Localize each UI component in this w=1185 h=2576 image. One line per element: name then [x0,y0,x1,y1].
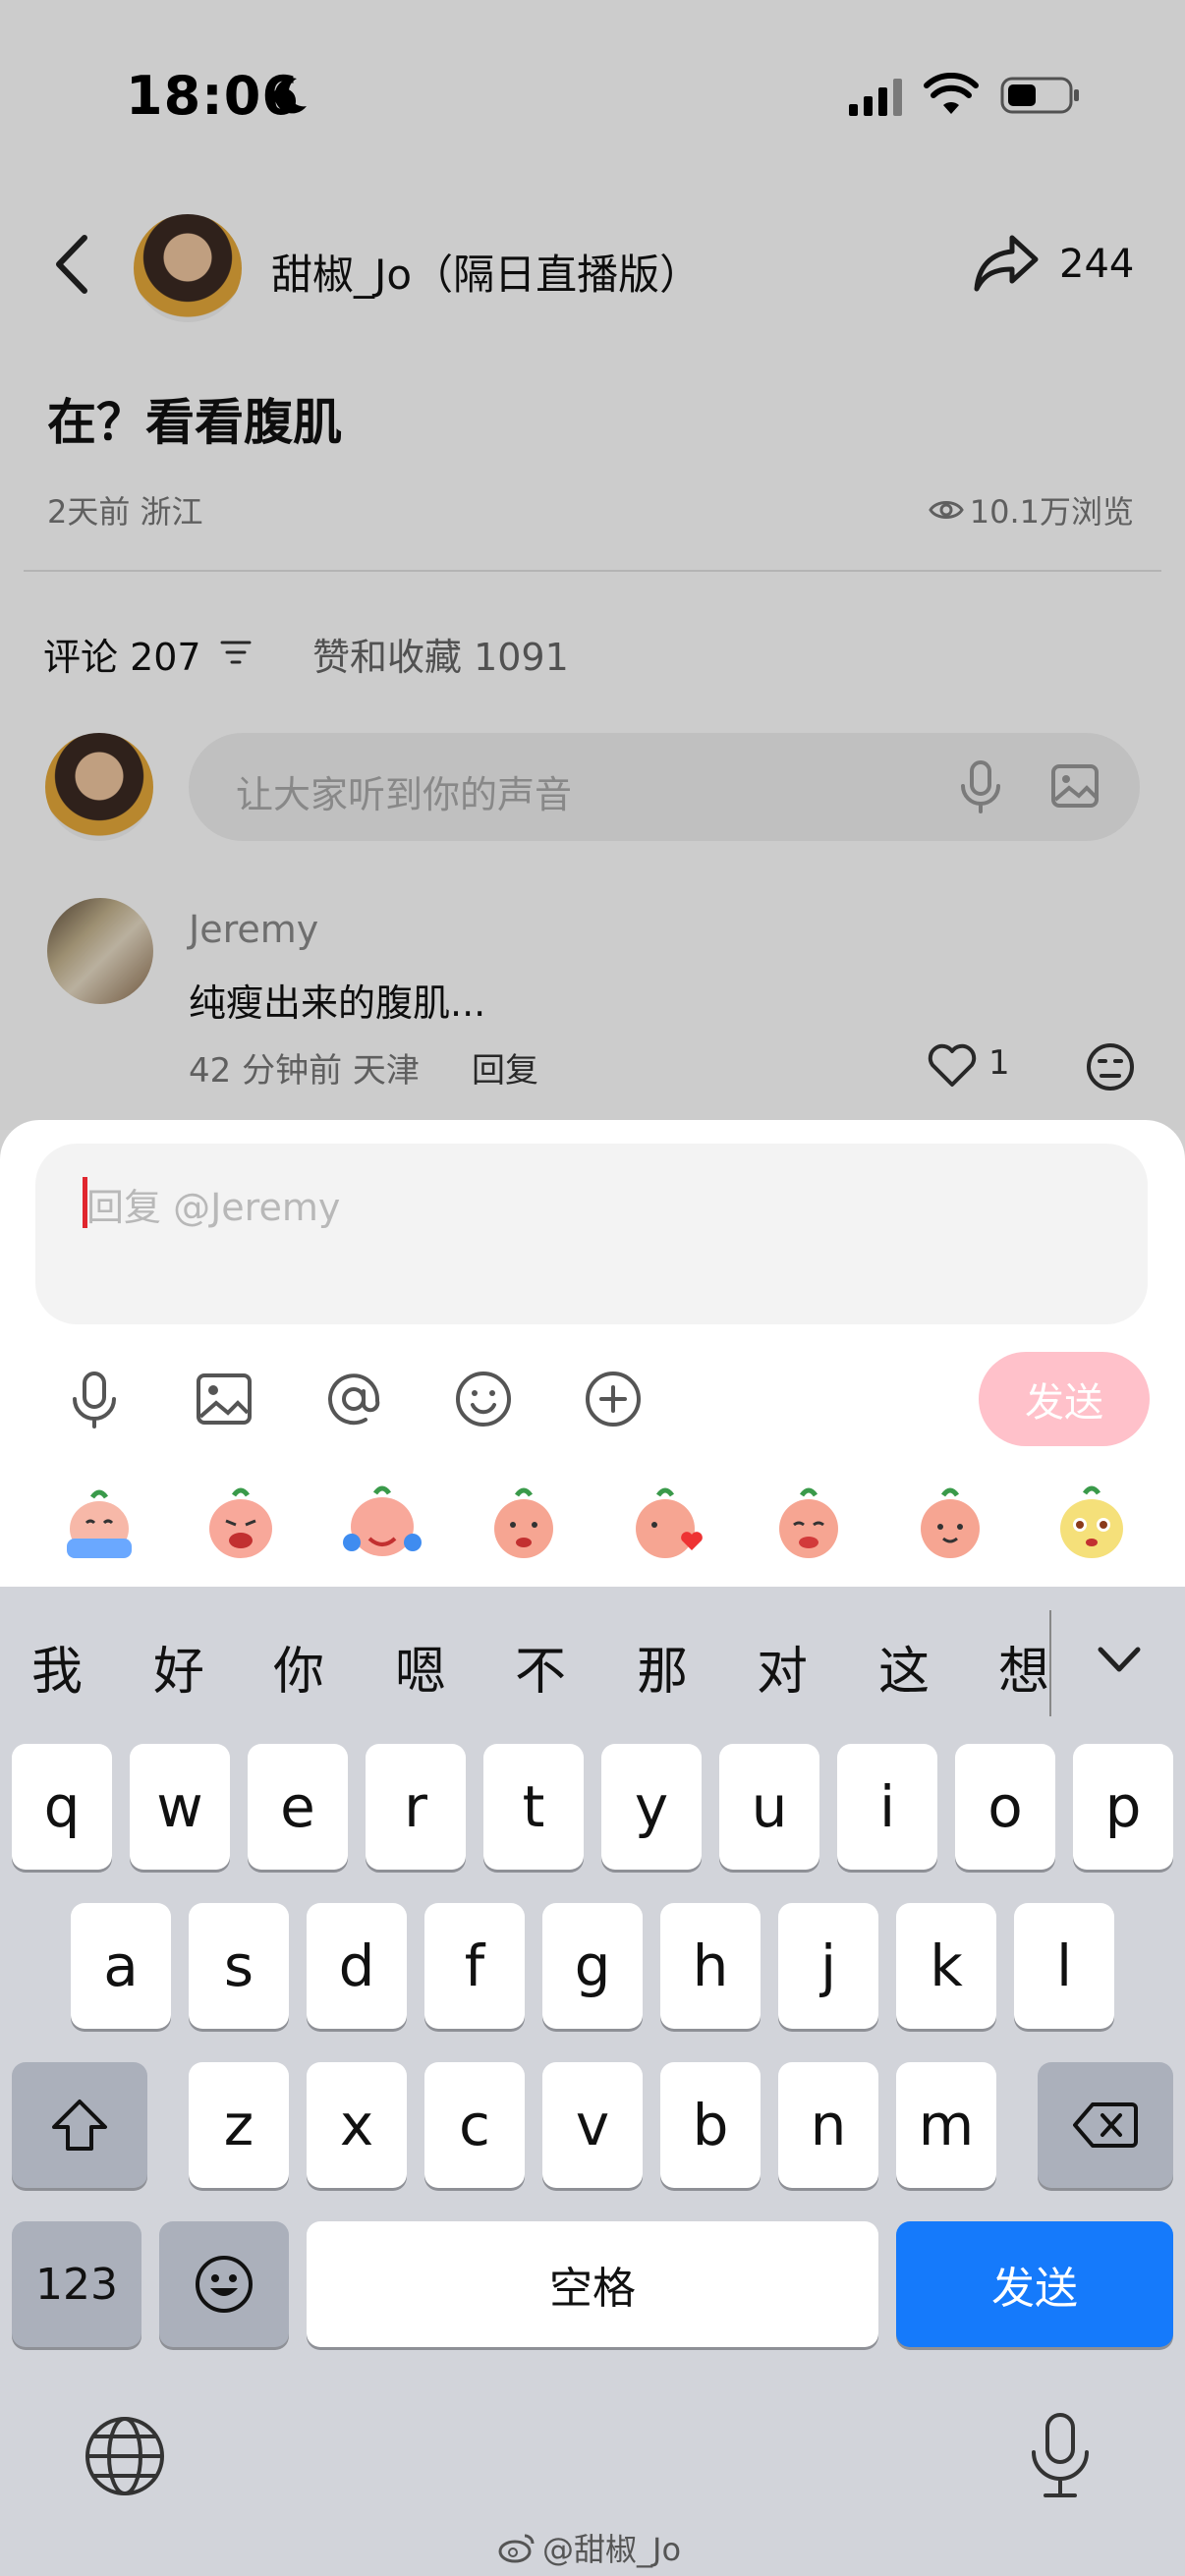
shift-icon [52,2100,107,2151]
backspace-icon [1073,2102,1138,2148]
candidate-item[interactable]: 对 [757,1630,808,1704]
voice-icon[interactable] [63,1368,126,1430]
key-i[interactable]: i [837,1744,937,1870]
key-b[interactable]: b [660,2062,761,2188]
key-t[interactable]: t [483,1744,584,1870]
candidate-item[interactable]: 那 [637,1630,688,1704]
chevron-down-icon[interactable] [1095,1642,1144,1677]
globe-icon[interactable] [83,2414,167,2498]
keyboard-send-key[interactable]: 发送 [896,2221,1173,2347]
sticker-dog-icon[interactable] [1049,1482,1134,1566]
reply-sheet: 回复 @Jeremy 发送 [0,1120,1185,1587]
emoji-key[interactable] [159,2221,289,2347]
candidate-separator [1049,1610,1051,1716]
reply-placeholder: 回复 @Jeremy [86,1186,341,1229]
sticker-tears-icon[interactable] [340,1482,424,1566]
candidate-item[interactable]: 嗯 [395,1630,446,1704]
candidate-bar: 我 好 你 嗯 不 那 对 这 想 [0,1587,1185,1744]
key-p[interactable]: p [1073,1744,1173,1870]
sticker-laughing-icon[interactable] [198,1482,283,1566]
send-button[interactable]: 发送 [979,1352,1150,1446]
dim-overlay[interactable] [0,0,1185,1130]
weibo-logo-icon [498,2534,535,2563]
numbers-key[interactable]: 123 [12,2221,141,2347]
picture-icon[interactable] [193,1368,255,1430]
key-e[interactable]: e [248,1744,348,1870]
plus-icon[interactable] [582,1368,645,1430]
candidate-item[interactable]: 这 [878,1630,930,1704]
key-n[interactable]: n [778,2062,878,2188]
delete-key[interactable] [1038,2062,1173,2188]
key-w[interactable]: w [130,1744,230,1870]
key-k[interactable]: k [896,1903,996,2029]
key-s[interactable]: s [189,1903,289,2029]
key-a[interactable]: a [71,1903,171,2029]
sticker-smile-icon[interactable] [908,1482,992,1566]
mention-icon[interactable] [322,1368,385,1430]
key-c[interactable]: c [424,2062,525,2188]
candidate-item[interactable]: 想 [998,1630,1049,1704]
shift-key[interactable] [12,2062,147,2188]
watermark-text: @甜椒_Jo [542,2531,682,2568]
key-r[interactable]: r [366,1744,466,1870]
sticker-blush-icon[interactable] [481,1482,566,1566]
emoji-face-icon [196,2256,253,2313]
key-f[interactable]: f [424,1903,525,2029]
key-z[interactable]: z [189,2062,289,2188]
key-x[interactable]: x [307,2062,407,2188]
sticker-shy-icon[interactable] [766,1482,851,1566]
sticker-crying-icon[interactable] [57,1482,141,1566]
emoji-icon[interactable] [452,1368,515,1430]
key-j[interactable]: j [778,1903,878,2029]
key-y[interactable]: y [601,1744,702,1870]
sticker-kiss-icon[interactable] [623,1482,707,1566]
key-u[interactable]: u [719,1744,819,1870]
key-m[interactable]: m [896,2062,996,2188]
candidate-item[interactable]: 我 [31,1630,83,1704]
key-o[interactable]: o [955,1744,1055,1870]
candidate-item[interactable]: 不 [515,1630,566,1704]
key-q[interactable]: q [12,1744,112,1870]
key-g[interactable]: g [542,1903,643,2029]
reply-input[interactable]: 回复 @Jeremy [35,1144,1148,1324]
keyboard: 我 好 你 嗯 不 那 对 这 想 q w e r t y u i o p a … [0,1587,1185,2576]
candidate-item[interactable]: 你 [273,1630,324,1704]
watermark: @甜椒_Jo [497,2525,681,2570]
key-h[interactable]: h [660,1903,761,2029]
key-d[interactable]: d [307,1903,407,2029]
dictation-mic-icon[interactable] [1026,2411,1095,2501]
key-l[interactable]: l [1014,1903,1114,2029]
key-v[interactable]: v [542,2062,643,2188]
space-key[interactable]: 空格 [307,2221,878,2347]
candidate-item[interactable]: 好 [153,1630,204,1704]
